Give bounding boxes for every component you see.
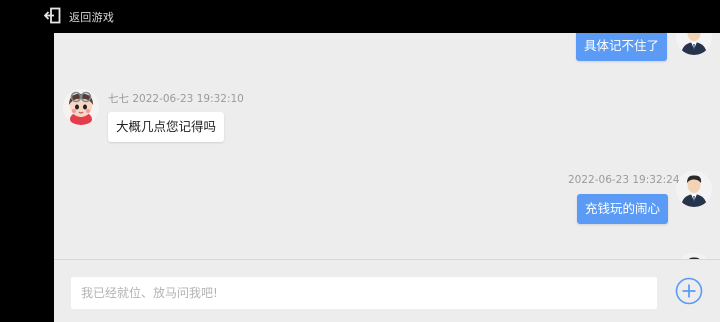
message-bubble-other: 大概几点您记得吗	[108, 112, 225, 142]
message-timestamp: 2022-06-23 19:32:24	[568, 174, 680, 186]
add-button[interactable]	[675, 277, 703, 305]
agent-avatar	[676, 33, 712, 55]
plus-circle-icon	[675, 277, 703, 305]
message-input[interactable]	[71, 277, 657, 309]
user-cartoon-avatar	[63, 89, 99, 125]
message-meta-other: 七七 2022-06-23 19:32:10	[108, 91, 244, 106]
message-input-bar	[54, 259, 720, 322]
exit-arrow-icon	[43, 7, 61, 28]
chat-message-list[interactable]: 具体记不住了 七七 2022-06-23 19:32:10 大概几点您记得吗 2…	[54, 33, 720, 259]
back-label: 返回游戏	[69, 11, 115, 24]
sender-name: 七七	[108, 93, 129, 105]
top-bar: 返回游戏	[0, 0, 720, 33]
agent-avatar	[676, 171, 712, 207]
message-bubble-self: 具体记不住了	[576, 33, 668, 61]
message-bubble-self: 充钱玩的闹心	[577, 194, 669, 224]
message-timestamp: 2022-06-23 19:32:10	[132, 93, 244, 105]
back-to-game-button[interactable]: 返回游戏	[43, 7, 115, 28]
